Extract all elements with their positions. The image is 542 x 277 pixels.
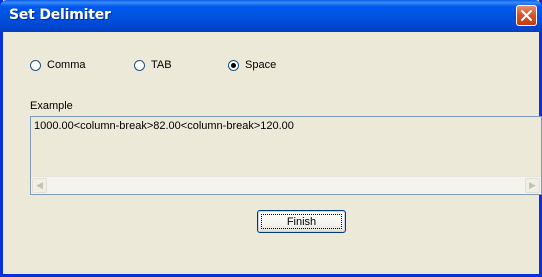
radio-tab-circle[interactable] bbox=[134, 59, 145, 71]
finish-button[interactable]: Finish bbox=[257, 210, 346, 233]
scroll-left-arrow[interactable]: ◀ bbox=[32, 178, 47, 193]
radio-space[interactable]: Space bbox=[228, 57, 276, 73]
radio-space-label: Space bbox=[245, 59, 277, 71]
radio-comma-circle[interactable] bbox=[30, 59, 41, 71]
scroll-right-arrow[interactable]: ▶ bbox=[525, 178, 540, 193]
radio-comma-label: Comma bbox=[47, 59, 86, 71]
example-label: Example bbox=[30, 100, 73, 112]
window-title: Set Delimiter bbox=[9, 7, 111, 23]
radio-comma[interactable]: Comma bbox=[30, 57, 86, 73]
horizontal-scrollbar[interactable]: ◀ ▶ bbox=[31, 176, 541, 194]
example-text: 1000.00<column-break>82.00<column-break>… bbox=[34, 120, 294, 132]
title-bar[interactable]: Set Delimiter bbox=[0, 0, 542, 32]
close-button[interactable] bbox=[516, 5, 537, 26]
example-textbox[interactable]: 1000.00<column-break>82.00<column-break>… bbox=[30, 116, 542, 195]
radio-tab[interactable]: TAB bbox=[134, 57, 172, 73]
radio-space-circle[interactable] bbox=[228, 59, 239, 71]
close-icon bbox=[521, 10, 532, 21]
finish-button-label: Finish bbox=[286, 215, 317, 228]
radio-tab-label: TAB bbox=[151, 59, 172, 71]
set-delimiter-dialog: Set Delimiter Comma TAB Space Example 10… bbox=[0, 0, 542, 277]
